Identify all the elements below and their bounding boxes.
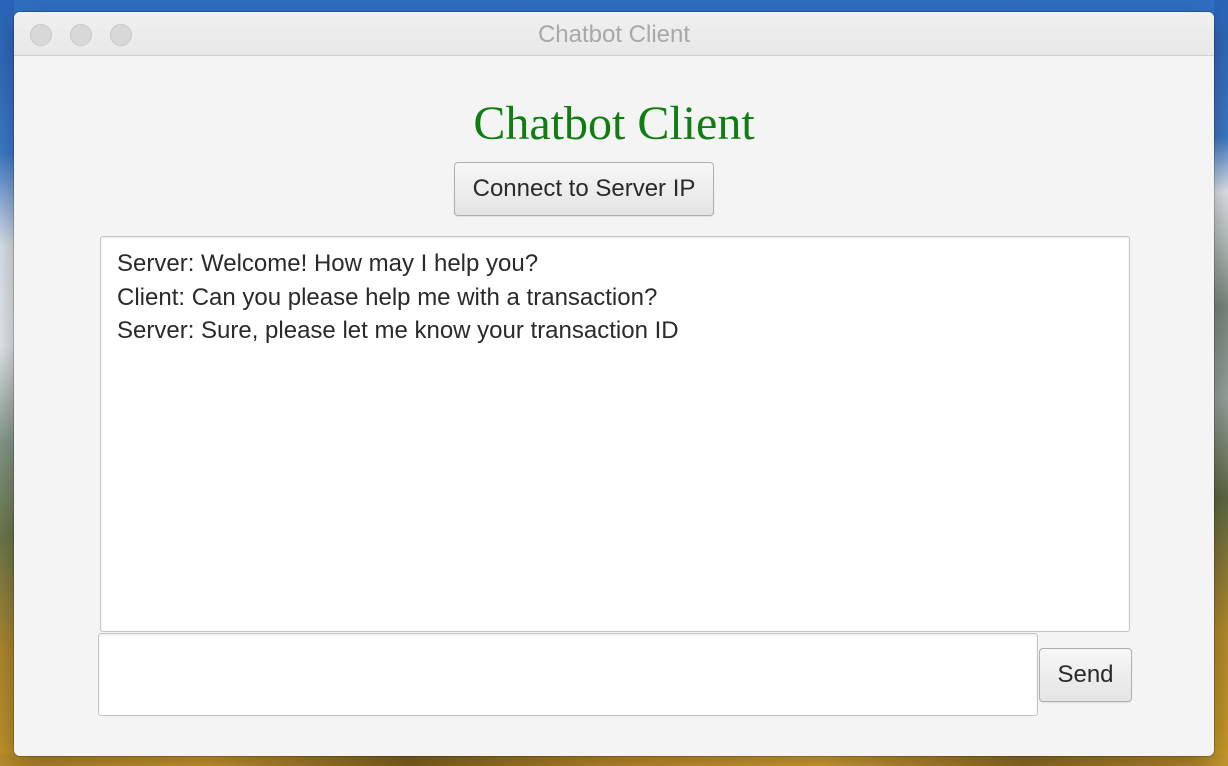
send-button[interactable]: Send — [1039, 648, 1132, 702]
chat-log[interactable]: Server: Welcome! How may I help you? Cli… — [100, 236, 1130, 632]
window-title: Chatbot Client — [537, 21, 691, 48]
desktop-wallpaper-right — [1214, 0, 1228, 766]
desktop-wallpaper-left — [0, 0, 14, 766]
app-heading: Chatbot Client — [473, 97, 755, 150]
message-input[interactable] — [98, 633, 1038, 716]
chat-message: Client: Can you please help me with a tr… — [117, 283, 658, 311]
app-window: Chatbot Client Chatbot Client Connect to… — [14, 12, 1214, 756]
connect-to-server-button[interactable]: Connect to Server IP — [454, 162, 714, 216]
chat-message: Server: Welcome! How may I help you? — [117, 250, 539, 277]
title-bar[interactable]: Chatbot Client — [14, 12, 1214, 56]
chat-message: Server: Sure, please let me know your tr… — [117, 317, 679, 344]
